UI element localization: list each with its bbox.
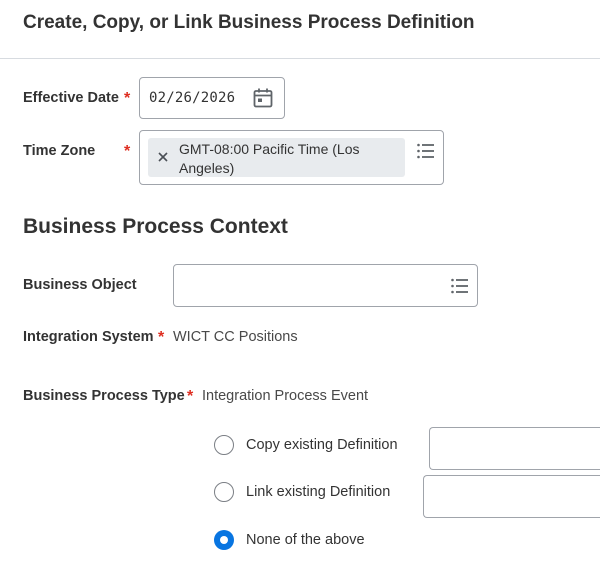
calendar-icon[interactable] bbox=[252, 87, 274, 109]
page-title: Create, Copy, or Link Business Process D… bbox=[23, 12, 475, 33]
integration-system-value: WICT CC Positions bbox=[173, 329, 298, 345]
business-object-label: Business Object bbox=[23, 277, 137, 293]
close-icon[interactable] bbox=[154, 148, 172, 166]
link-existing-radio[interactable] bbox=[214, 482, 234, 502]
time-zone-selected-value: GMT-08:00 Pacific Time (Los Angeles) bbox=[179, 141, 360, 176]
copy-existing-radio[interactable] bbox=[214, 435, 234, 455]
section-heading: Business Process Context bbox=[23, 215, 288, 238]
none-of-above-label[interactable]: None of the above bbox=[246, 532, 365, 548]
integration-system-required-marker: * bbox=[158, 329, 165, 346]
business-object-field[interactable] bbox=[173, 264, 478, 307]
business-process-type-label: Business Process Type bbox=[23, 388, 185, 404]
none-of-above-radio[interactable] bbox=[214, 530, 234, 550]
copy-existing-label[interactable]: Copy existing Definition bbox=[246, 437, 398, 453]
list-icon[interactable] bbox=[415, 140, 437, 162]
business-process-type-value: Integration Process Event bbox=[202, 388, 369, 404]
copy-definition-field[interactable] bbox=[429, 427, 600, 470]
time-zone-required-marker: * bbox=[124, 143, 131, 160]
link-existing-label[interactable]: Link existing Definition bbox=[246, 484, 390, 500]
effective-date-value[interactable]: 02/26/2026 bbox=[149, 90, 235, 106]
link-definition-field[interactable] bbox=[423, 475, 600, 518]
integration-system-label: Integration System bbox=[23, 329, 154, 345]
list-icon[interactable] bbox=[449, 275, 471, 297]
title-divider bbox=[0, 58, 600, 59]
effective-date-label: Effective Date bbox=[23, 90, 119, 106]
business-process-type-required-marker: * bbox=[187, 388, 194, 405]
time-zone-field[interactable]: GMT-08:00 Pacific Time (Los Angeles) bbox=[139, 130, 444, 185]
effective-date-field[interactable]: 02/26/2026 bbox=[139, 77, 285, 119]
effective-date-required-marker: * bbox=[124, 90, 131, 107]
time-zone-label: Time Zone bbox=[23, 143, 96, 159]
radio-selected-dot bbox=[220, 536, 228, 544]
time-zone-selected-pill: GMT-08:00 Pacific Time (Los Angeles) bbox=[148, 138, 405, 177]
